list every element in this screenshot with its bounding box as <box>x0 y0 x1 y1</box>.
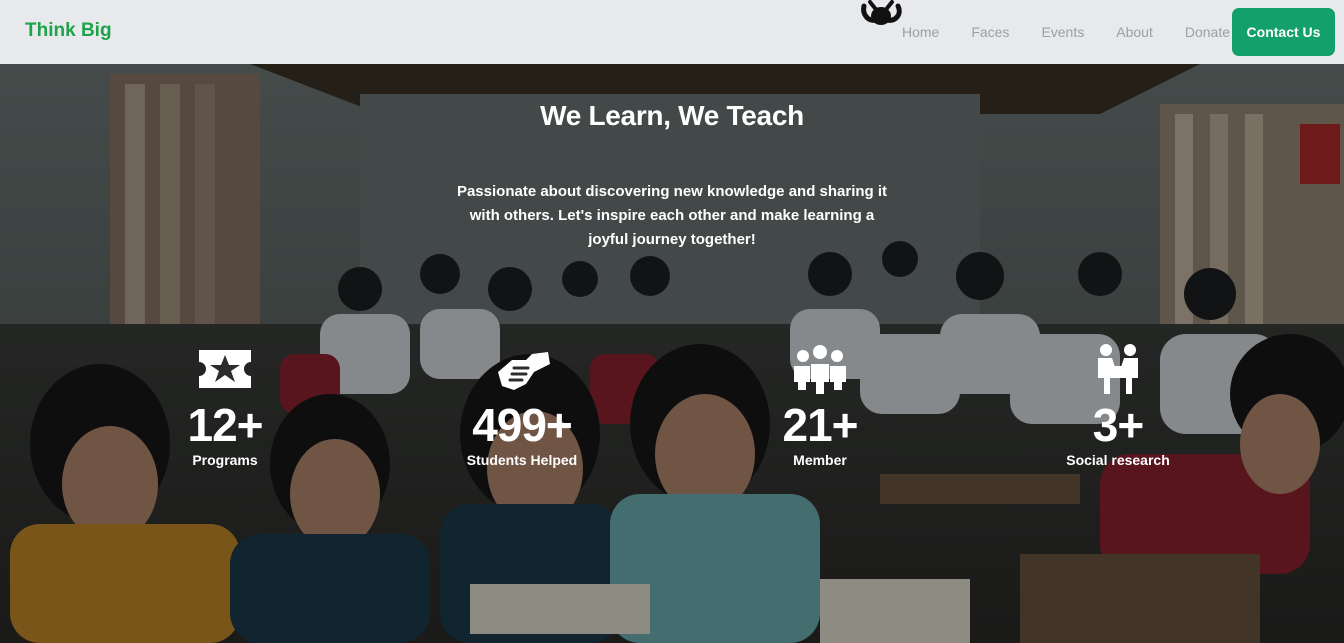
hero-title: We Learn, We Teach <box>540 100 804 131</box>
stat-label: Students Helped <box>466 452 578 468</box>
brand-logo[interactable]: Think Big <box>25 20 112 42</box>
group-people-icon <box>794 345 846 394</box>
stat-value: 21+ <box>782 399 858 451</box>
bug-cursor-icon <box>861 0 902 25</box>
stat-label: Programs <box>192 452 258 468</box>
nav-link-faces[interactable]: Faces <box>971 24 1009 40</box>
stat-members: 21+ Member <box>720 342 920 468</box>
stat-value: 3+ <box>1092 399 1144 451</box>
nav-link-donate[interactable]: Donate <box>1185 24 1230 40</box>
navbar: Think Big Home Faces Events About Donate… <box>0 0 1344 64</box>
page: Think Big Home Faces Events About Donate… <box>0 0 1344 643</box>
stat-social-research: 3+ Social research <box>1018 342 1218 468</box>
handshake-icon <box>498 352 550 390</box>
stat-label: Social research <box>1066 452 1170 468</box>
stat-students-helped: 499+ Students Helped <box>422 342 622 468</box>
stat-programs: 12+ Programs <box>125 342 325 468</box>
hero-section: We Learn, We Teach Passionate about disc… <box>0 64 1344 643</box>
nav-link-home[interactable]: Home <box>902 24 939 40</box>
nav-links: Home Faces Events About Donate <box>870 0 1230 64</box>
stat-value: 12+ <box>187 399 263 451</box>
ticket-star-icon <box>199 350 251 388</box>
nav-link-about[interactable]: About <box>1116 24 1153 40</box>
contact-us-button[interactable]: Contact Us <box>1232 8 1335 56</box>
hero-subtitle: Passionate about discovering new knowled… <box>456 183 888 248</box>
stat-label: Member <box>793 452 847 468</box>
stat-value: 499+ <box>472 399 573 451</box>
people-table-icon <box>1098 344 1138 394</box>
nav-link-events[interactable]: Events <box>1041 24 1084 40</box>
